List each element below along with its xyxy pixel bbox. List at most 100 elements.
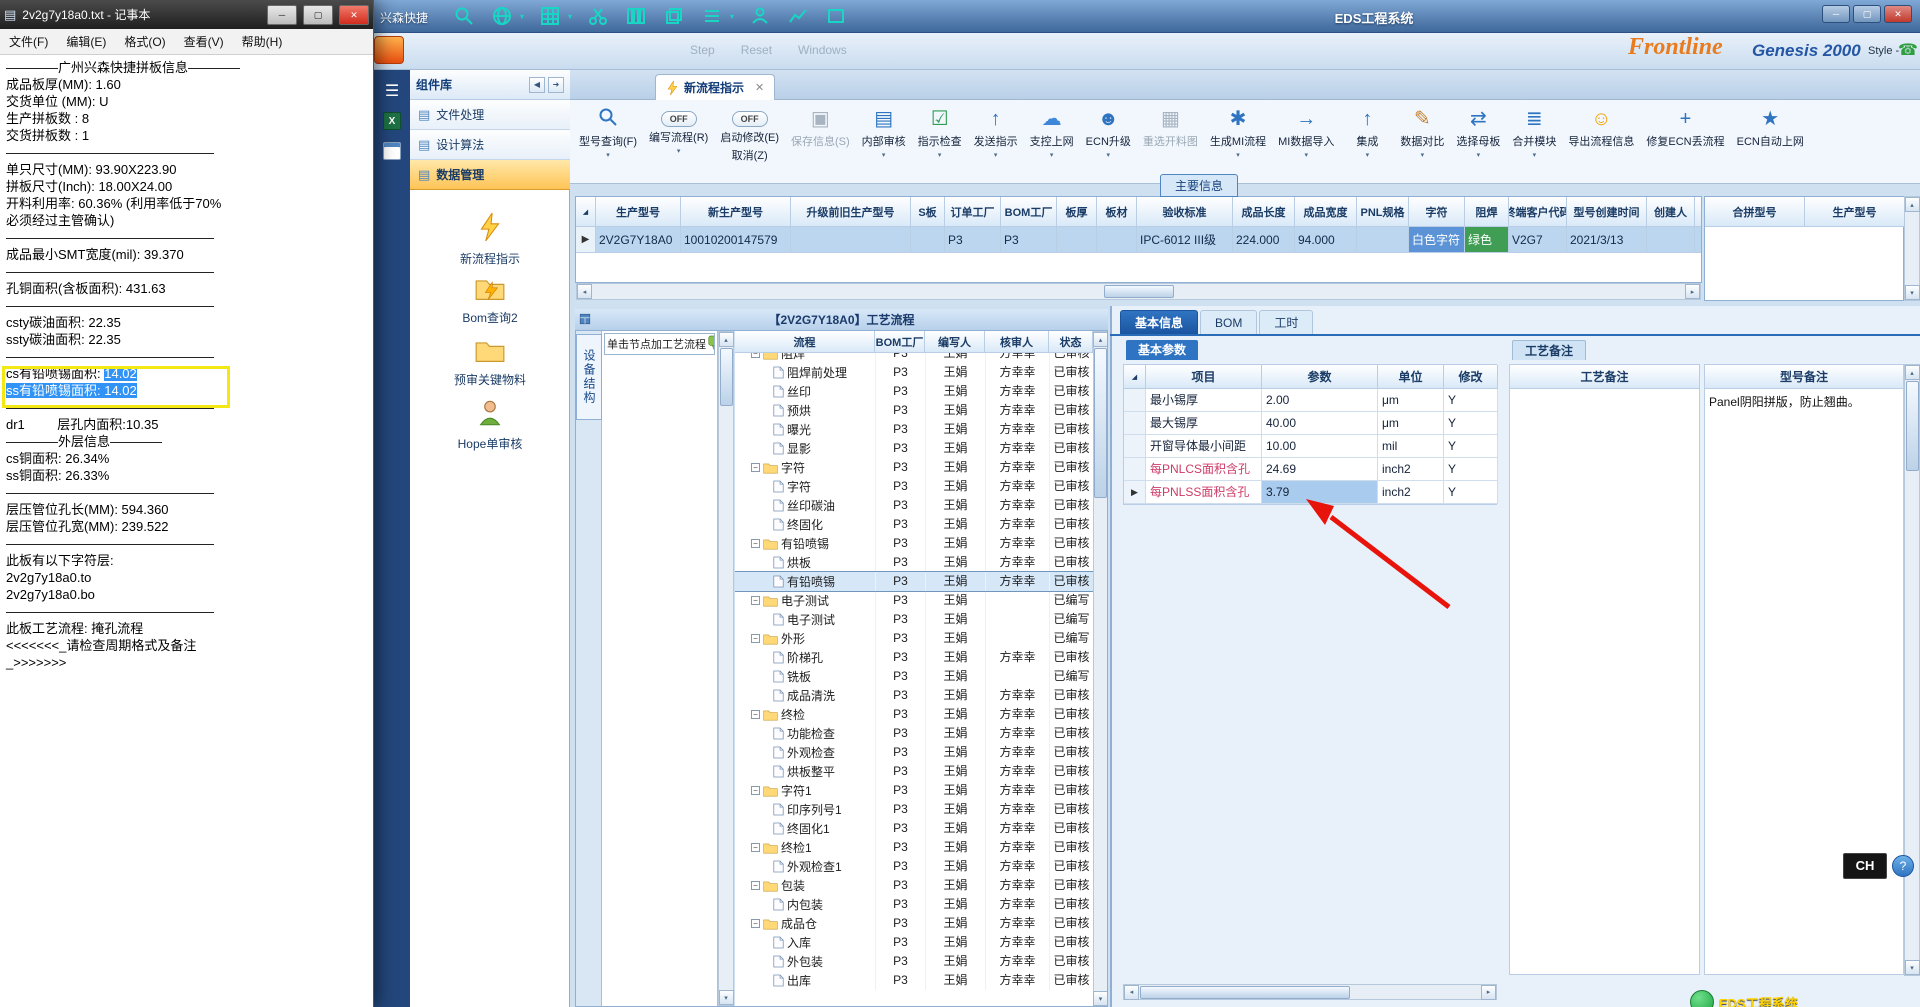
phone-icon[interactable]: ☎ bbox=[1898, 40, 1918, 60]
tab-basic-parameters[interactable]: 基本参数 bbox=[1126, 340, 1199, 360]
column-header[interactable]: 修改 bbox=[1444, 365, 1498, 389]
tab-work-hours[interactable]: 工时 bbox=[1259, 310, 1314, 334]
minimize-button[interactable]: ─ bbox=[267, 4, 297, 25]
copy-icon[interactable] bbox=[662, 4, 686, 28]
ribbon-button[interactable]: ▤ 内部审核 ▾ bbox=[857, 105, 911, 161]
dropdown-arrow-icon[interactable]: ▾ bbox=[882, 151, 886, 159]
parameter-row[interactable]: 最大锡厚 40.00 μm Y bbox=[1124, 412, 1498, 435]
column-header[interactable]: 新生产型号 bbox=[681, 197, 791, 227]
person-icon[interactable] bbox=[748, 4, 772, 28]
dropdown-arrow-icon[interactable]: ▾ bbox=[677, 147, 681, 155]
columns-icon[interactable] bbox=[624, 4, 648, 28]
column-header[interactable]: BOM工厂 bbox=[1001, 197, 1057, 227]
language-bar[interactable]: CH bbox=[1843, 853, 1887, 879]
dropdown-arrow-icon[interactable]: ▾ bbox=[568, 12, 572, 21]
maximize-button[interactable]: ▢ bbox=[1853, 5, 1881, 23]
menu-item[interactable]: 格式(O) bbox=[115, 33, 174, 50]
ribbon-button[interactable]: ↑ 集成 ▾ bbox=[1341, 105, 1393, 161]
column-header[interactable]: 订单工厂 bbox=[945, 197, 1001, 227]
tab-new-flow-instruction[interactable]: 新流程指示 ✕ bbox=[655, 74, 776, 100]
menu-item[interactable]: 编辑(E) bbox=[57, 33, 115, 50]
ribbon-button[interactable]: ☁ 支控上网 ▾ bbox=[1025, 105, 1079, 161]
tab-process-notes[interactable]: 工艺备注 bbox=[1512, 340, 1587, 360]
shortcut-lightning[interactable]: 新流程指示 bbox=[410, 208, 570, 270]
column-header[interactable]: 字符 bbox=[1409, 197, 1465, 227]
flame-icon[interactable] bbox=[374, 36, 404, 64]
ribbon-button[interactable]: OFF 编写流程(R) ▾ bbox=[644, 105, 713, 157]
dropdown-arrow-icon[interactable]: ▾ bbox=[1477, 151, 1481, 159]
dropdown-arrow-icon[interactable]: ▾ bbox=[606, 151, 610, 159]
close-tab-icon[interactable]: ✕ bbox=[755, 81, 764, 94]
dropdown-arrow-icon[interactable]: ▾ bbox=[1533, 151, 1537, 159]
scroll-right-icon[interactable]: ▸ bbox=[1685, 284, 1700, 299]
shortcut-folder[interactable]: 预审关键物料 bbox=[410, 332, 570, 394]
ribbon-button[interactable]: ☻ ECN升级 ▾ bbox=[1081, 105, 1136, 161]
column-header[interactable]: PNL规格 bbox=[1357, 197, 1409, 227]
close-button[interactable]: ✕ bbox=[339, 4, 369, 25]
column-header[interactable]: S板 bbox=[911, 197, 945, 227]
ribbon-button[interactable]: 型号查询(F) ▾ bbox=[574, 105, 642, 161]
column-header[interactable]: 创建人 bbox=[1647, 197, 1695, 227]
model-notes-column-header[interactable]: 型号备注 bbox=[1705, 365, 1903, 389]
scroll-right-icon[interactable]: ▸ bbox=[1481, 984, 1496, 1000]
scissors-icon[interactable] bbox=[586, 4, 610, 28]
dropdown-arrow-icon[interactable]: ▾ bbox=[994, 151, 998, 159]
toggle-off[interactable]: OFF bbox=[731, 111, 768, 127]
column-header[interactable]: SO bbox=[1695, 197, 1701, 227]
tab-basic-info[interactable]: 基本信息 bbox=[1120, 310, 1199, 334]
parameter-row[interactable]: 开窗导体最小间距 10.00 mil Y bbox=[1124, 435, 1498, 458]
column-header[interactable]: 生产型号 bbox=[596, 197, 681, 227]
scroll-left-icon[interactable]: ◂ bbox=[1124, 984, 1139, 1000]
component-category[interactable]: ▤ 文件处理 bbox=[410, 100, 570, 130]
form-icon[interactable] bbox=[383, 142, 401, 160]
merge-grid-vscrollbar[interactable]: ▴ ▾ bbox=[1904, 196, 1920, 301]
column-header[interactable]: 参数 bbox=[1262, 365, 1378, 389]
ribbon-button[interactable]: ↑ 发送指示 ▾ bbox=[969, 105, 1023, 161]
parameter-row[interactable]: 每PNLCS面积含孔 24.69 inch2 Y bbox=[1124, 458, 1498, 481]
shortcut-folder-lightning[interactable]: Bom查询2 bbox=[410, 270, 570, 332]
scroll-left-icon[interactable]: ◂ bbox=[577, 284, 592, 299]
excel-icon[interactable]: X bbox=[383, 112, 401, 130]
toggle-off[interactable]: OFF bbox=[660, 111, 697, 127]
column-header[interactable]: 合拼型号 bbox=[1705, 197, 1805, 227]
ribbon-button[interactable]: ⇄ 选择母板 ▾ bbox=[1451, 105, 1505, 161]
ribbon-button[interactable]: → MI数据导入 ▾ bbox=[1273, 105, 1339, 161]
scroll-up-icon[interactable]: ▴ bbox=[1904, 197, 1920, 212]
scroll-down-icon[interactable]: ▾ bbox=[1904, 960, 1920, 975]
tab-bom[interactable]: BOM bbox=[1200, 310, 1258, 334]
maximize-button[interactable]: ▢ bbox=[303, 4, 333, 25]
scroll-down-icon[interactable]: ▾ bbox=[1904, 285, 1920, 300]
dropdown-arrow-icon[interactable]: ▾ bbox=[730, 12, 734, 21]
column-header[interactable]: 单位 bbox=[1378, 365, 1444, 389]
column-header[interactable]: 板厚 bbox=[1057, 197, 1097, 227]
column-header[interactable]: 成品长度 bbox=[1233, 197, 1295, 227]
chart-icon[interactable] bbox=[786, 4, 810, 28]
dropdown-arrow-icon[interactable]: ▾ bbox=[1050, 151, 1054, 159]
menu-item[interactable]: 查看(V) bbox=[175, 33, 233, 50]
column-header[interactable]: 成品宽度 bbox=[1295, 197, 1357, 227]
minimize-button[interactable]: ─ bbox=[1822, 5, 1850, 23]
component-category[interactable]: ▤ 数据管理 bbox=[410, 160, 570, 190]
model-grid-hscrollbar[interactable]: ◂ ▸ bbox=[576, 283, 1701, 300]
notepad-titlebar[interactable]: ▤ 2v2g7y18a0.txt - 记事本 ─ ▢ ✕ bbox=[0, 0, 373, 29]
column-header[interactable]: 终端客户代码 bbox=[1509, 197, 1567, 227]
menu-icon[interactable]: ☰ bbox=[385, 84, 399, 100]
dropdown-arrow-icon[interactable]: ▾ bbox=[1366, 151, 1370, 159]
taskbar-item[interactable]: EDS工程系统 bbox=[1690, 990, 1798, 1007]
process-notes-column-header[interactable]: 工艺备注 bbox=[1510, 365, 1699, 389]
search-icon[interactable] bbox=[452, 4, 476, 28]
dropdown-arrow-icon[interactable]: ▾ bbox=[1107, 151, 1111, 159]
model-grid-selected-row[interactable]: ▶ 2V2G7Y18A0 10010200147579 P3 P3 IPC-6012 II… bbox=[576, 227, 1701, 253]
component-category[interactable]: ▤ 设计算法 bbox=[410, 130, 570, 160]
list-icon[interactable] bbox=[700, 4, 724, 28]
shortcut-person[interactable]: Hope单审核 bbox=[410, 394, 570, 456]
pin-right-icon[interactable]: ➜ bbox=[548, 76, 564, 93]
column-header[interactable]: 阻焊 bbox=[1465, 197, 1509, 227]
grid-icon[interactable] bbox=[538, 4, 562, 28]
ribbon-button[interactable]: OFF 启动修改(E) 取消(Z) bbox=[715, 105, 784, 165]
scroll-thumb[interactable] bbox=[1140, 985, 1350, 999]
style-selector[interactable]: Style - bbox=[1868, 45, 1899, 57]
ribbon-button[interactable]: + 修复ECN丢流程 bbox=[1641, 105, 1729, 151]
column-header[interactable]: 验收标准 bbox=[1137, 197, 1233, 227]
close-button[interactable]: ✕ bbox=[1884, 5, 1912, 23]
